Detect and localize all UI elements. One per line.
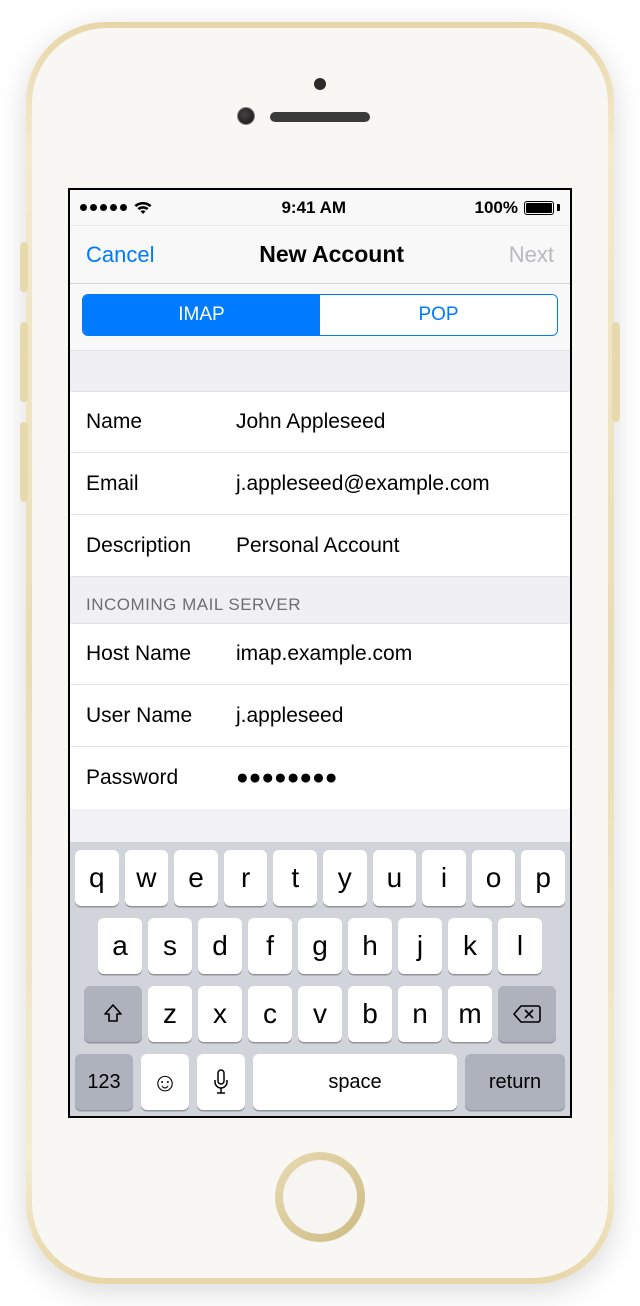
key-h[interactable]: h <box>348 918 392 974</box>
key-v[interactable]: v <box>298 986 342 1042</box>
microphone-icon <box>212 1068 230 1096</box>
key-e[interactable]: e <box>174 850 218 906</box>
key-p[interactable]: p <box>521 850 565 906</box>
volume-down-button <box>20 422 28 502</box>
key-u[interactable]: u <box>373 850 417 906</box>
front-camera <box>237 107 255 125</box>
nav-bar: Cancel New Account Next <box>70 226 570 284</box>
description-field[interactable]: Personal Account <box>236 534 554 558</box>
row-name[interactable]: Name John Appleseed <box>70 391 570 453</box>
key-r[interactable]: r <box>224 850 268 906</box>
key-z[interactable]: z <box>148 986 192 1042</box>
host-name-field[interactable]: imap.example.com <box>236 642 554 666</box>
section-spacer <box>70 351 570 391</box>
page-title: New Account <box>259 241 404 268</box>
row-email[interactable]: Email j.appleseed@example.com <box>70 453 570 515</box>
keyboard-row-2: asdfghjkl <box>75 918 565 974</box>
key-t[interactable]: t <box>273 850 317 906</box>
key-f[interactable]: f <box>248 918 292 974</box>
battery-percent: 100% <box>475 198 518 218</box>
description-label: Description <box>86 534 236 558</box>
wifi-icon <box>133 201 153 215</box>
key-space[interactable]: space <box>253 1054 457 1110</box>
incoming-server-header: INCOMING MAIL SERVER <box>70 577 570 623</box>
phone-bezel: 9:41 AM 100% Cancel New Account Next <box>32 28 608 1278</box>
user-name-label: User Name <box>86 704 236 728</box>
key-backspace[interactable] <box>498 986 556 1042</box>
tab-pop[interactable]: POP <box>320 295 557 335</box>
protocol-segmented-control: IMAP POP <box>82 294 558 336</box>
key-x[interactable]: x <box>198 986 242 1042</box>
status-bar: 9:41 AM 100% <box>70 190 570 226</box>
key-l[interactable]: l <box>498 918 542 974</box>
key-g[interactable]: g <box>298 918 342 974</box>
keyboard-row-1: qwertyuiop <box>75 850 565 906</box>
proximity-sensor <box>314 78 326 90</box>
power-button <box>612 322 620 422</box>
key-dictation[interactable] <box>197 1054 245 1110</box>
key-c[interactable]: c <box>248 986 292 1042</box>
key-123[interactable]: 123 <box>75 1054 133 1110</box>
key-emoji[interactable]: ☺ <box>141 1054 189 1110</box>
backspace-icon <box>512 1003 542 1025</box>
shift-icon <box>101 1002 125 1026</box>
email-field[interactable]: j.appleseed@example.com <box>236 472 554 496</box>
key-return[interactable]: return <box>465 1054 565 1110</box>
home-button[interactable] <box>275 1152 365 1242</box>
key-w[interactable]: w <box>125 850 169 906</box>
cancel-button[interactable]: Cancel <box>86 242 154 268</box>
earpiece-speaker <box>270 112 370 122</box>
mute-switch <box>20 242 28 292</box>
keyboard-row-4: 123 ☺ space return <box>75 1054 565 1110</box>
key-s[interactable]: s <box>148 918 192 974</box>
key-o[interactable]: o <box>472 850 516 906</box>
screen: 9:41 AM 100% Cancel New Account Next <box>68 188 572 1118</box>
phone-frame: 9:41 AM 100% Cancel New Account Next <box>26 22 614 1284</box>
key-q[interactable]: q <box>75 850 119 906</box>
row-host-name[interactable]: Host Name imap.example.com <box>70 623 570 685</box>
keyboard-row-3: zxcvbnm <box>75 986 565 1042</box>
key-shift[interactable] <box>84 986 142 1042</box>
key-i[interactable]: i <box>422 850 466 906</box>
signal-strength-icon <box>80 204 127 211</box>
password-label: Password <box>86 766 236 790</box>
key-a[interactable]: a <box>98 918 142 974</box>
row-description[interactable]: Description Personal Account <box>70 515 570 577</box>
name-field[interactable]: John Appleseed <box>236 410 554 434</box>
status-time: 9:41 AM <box>281 198 346 218</box>
host-name-label: Host Name <box>86 642 236 666</box>
volume-up-button <box>20 322 28 402</box>
user-name-field[interactable]: j.appleseed <box>236 704 554 728</box>
protocol-segmented-wrap: IMAP POP <box>70 284 570 351</box>
tab-imap[interactable]: IMAP <box>83 295 320 335</box>
emoji-icon: ☺ <box>152 1067 179 1098</box>
battery-icon <box>524 201 560 215</box>
email-label: Email <box>86 472 236 496</box>
key-n[interactable]: n <box>398 986 442 1042</box>
key-j[interactable]: j <box>398 918 442 974</box>
password-field[interactable]: ●●●●●●●● <box>236 766 554 790</box>
key-m[interactable]: m <box>448 986 492 1042</box>
row-password[interactable]: Password ●●●●●●●● <box>70 747 570 809</box>
row-user-name[interactable]: User Name j.appleseed <box>70 685 570 747</box>
key-y[interactable]: y <box>323 850 367 906</box>
key-d[interactable]: d <box>198 918 242 974</box>
next-button[interactable]: Next <box>509 242 554 268</box>
key-b[interactable]: b <box>348 986 392 1042</box>
keyboard: qwertyuiop asdfghjkl zxcvbnm 123 ☺ <box>70 842 570 1116</box>
name-label: Name <box>86 410 236 434</box>
key-k[interactable]: k <box>448 918 492 974</box>
